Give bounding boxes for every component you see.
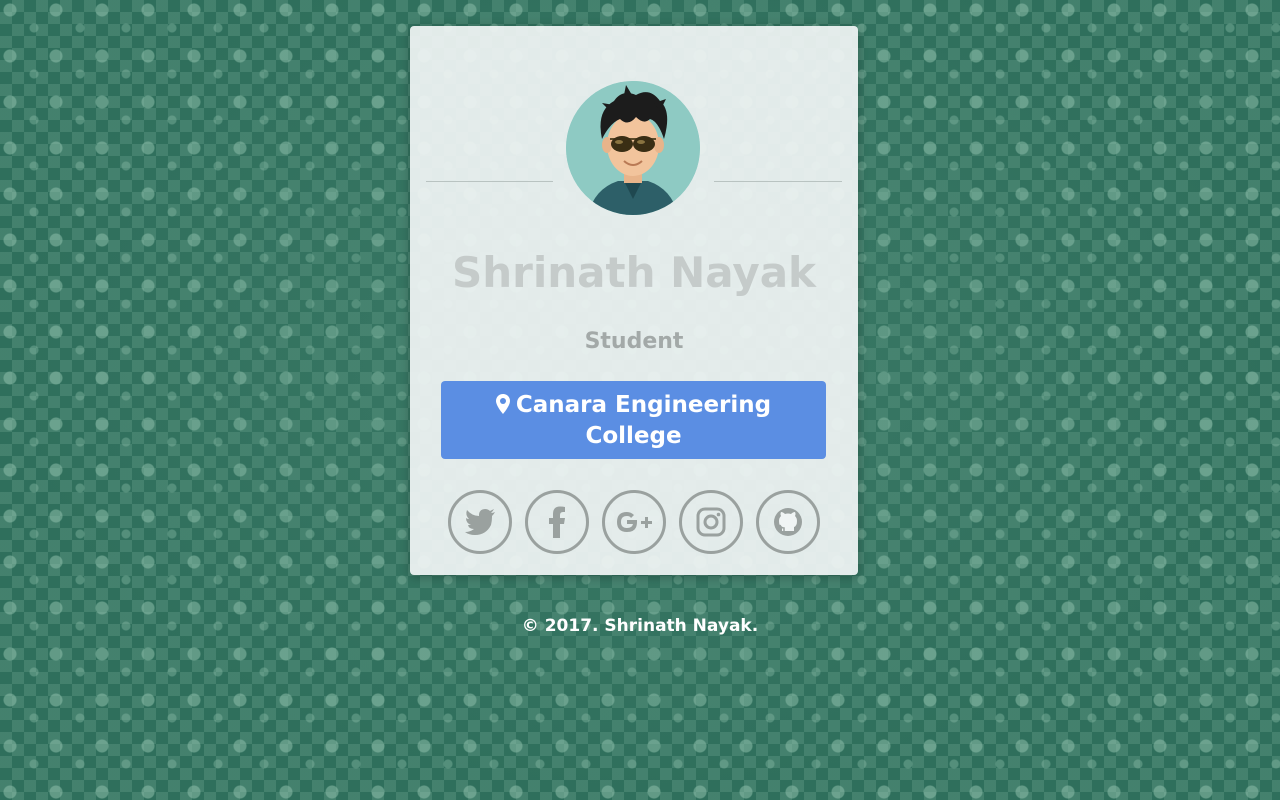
google-plus-button[interactable] (602, 490, 666, 554)
divider-right (714, 181, 842, 182)
facebook-icon (548, 506, 566, 538)
profile-name: Shrinath Nayak (452, 248, 816, 297)
facebook-button[interactable] (525, 490, 589, 554)
profile-card: Shrinath Nayak Student Canara Engineerin… (410, 26, 858, 575)
twitter-icon (464, 508, 496, 536)
github-icon (773, 507, 803, 537)
instagram-icon (696, 507, 726, 537)
location-button[interactable]: Canara Engineering College (441, 381, 826, 459)
social-links (448, 490, 820, 554)
profile-role: Student (584, 329, 684, 354)
location-label: Canara Engineering College (515, 392, 772, 449)
avatar-illustration (566, 81, 700, 215)
google-plus-icon (615, 509, 653, 535)
divider-left (426, 181, 553, 182)
map-marker-icon (495, 393, 510, 422)
avatar (566, 81, 700, 215)
github-button[interactable] (756, 490, 820, 554)
twitter-button[interactable] (448, 490, 512, 554)
instagram-button[interactable] (679, 490, 743, 554)
footer-copyright: © 2017. Shrinath Nayak. (521, 616, 759, 636)
